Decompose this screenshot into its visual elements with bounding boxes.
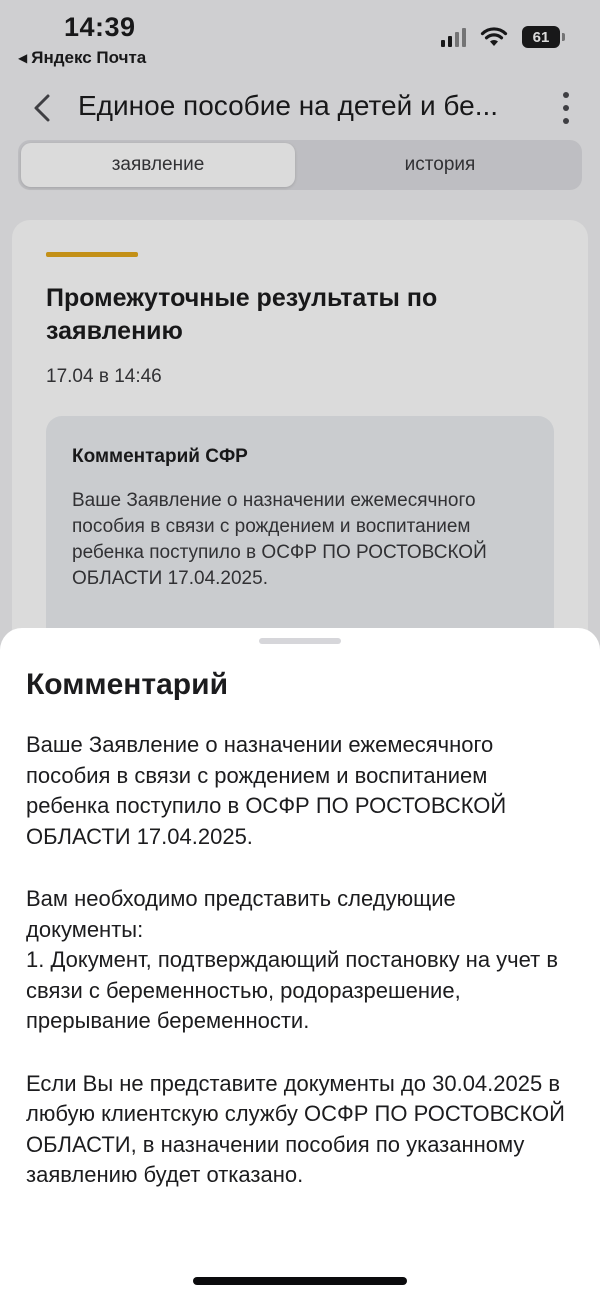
sheet-paragraph: Если Вы не представите документы до 30.0… <box>26 1070 565 1188</box>
sheet-paragraph: Вам необходимо представить следующие док… <box>26 886 559 1033</box>
sheet-body: Ваше Заявление о назначении ежемесячного… <box>26 730 574 1223</box>
sheet-grabber[interactable] <box>259 638 341 644</box>
sheet-title: Комментарий <box>26 668 229 701</box>
comment-bottom-sheet: Комментарий Ваше Заявление о назначении … <box>0 628 600 1297</box>
home-indicator[interactable] <box>193 1277 407 1285</box>
sheet-paragraph: Ваше Заявление о назначении ежемесячного… <box>26 732 507 849</box>
